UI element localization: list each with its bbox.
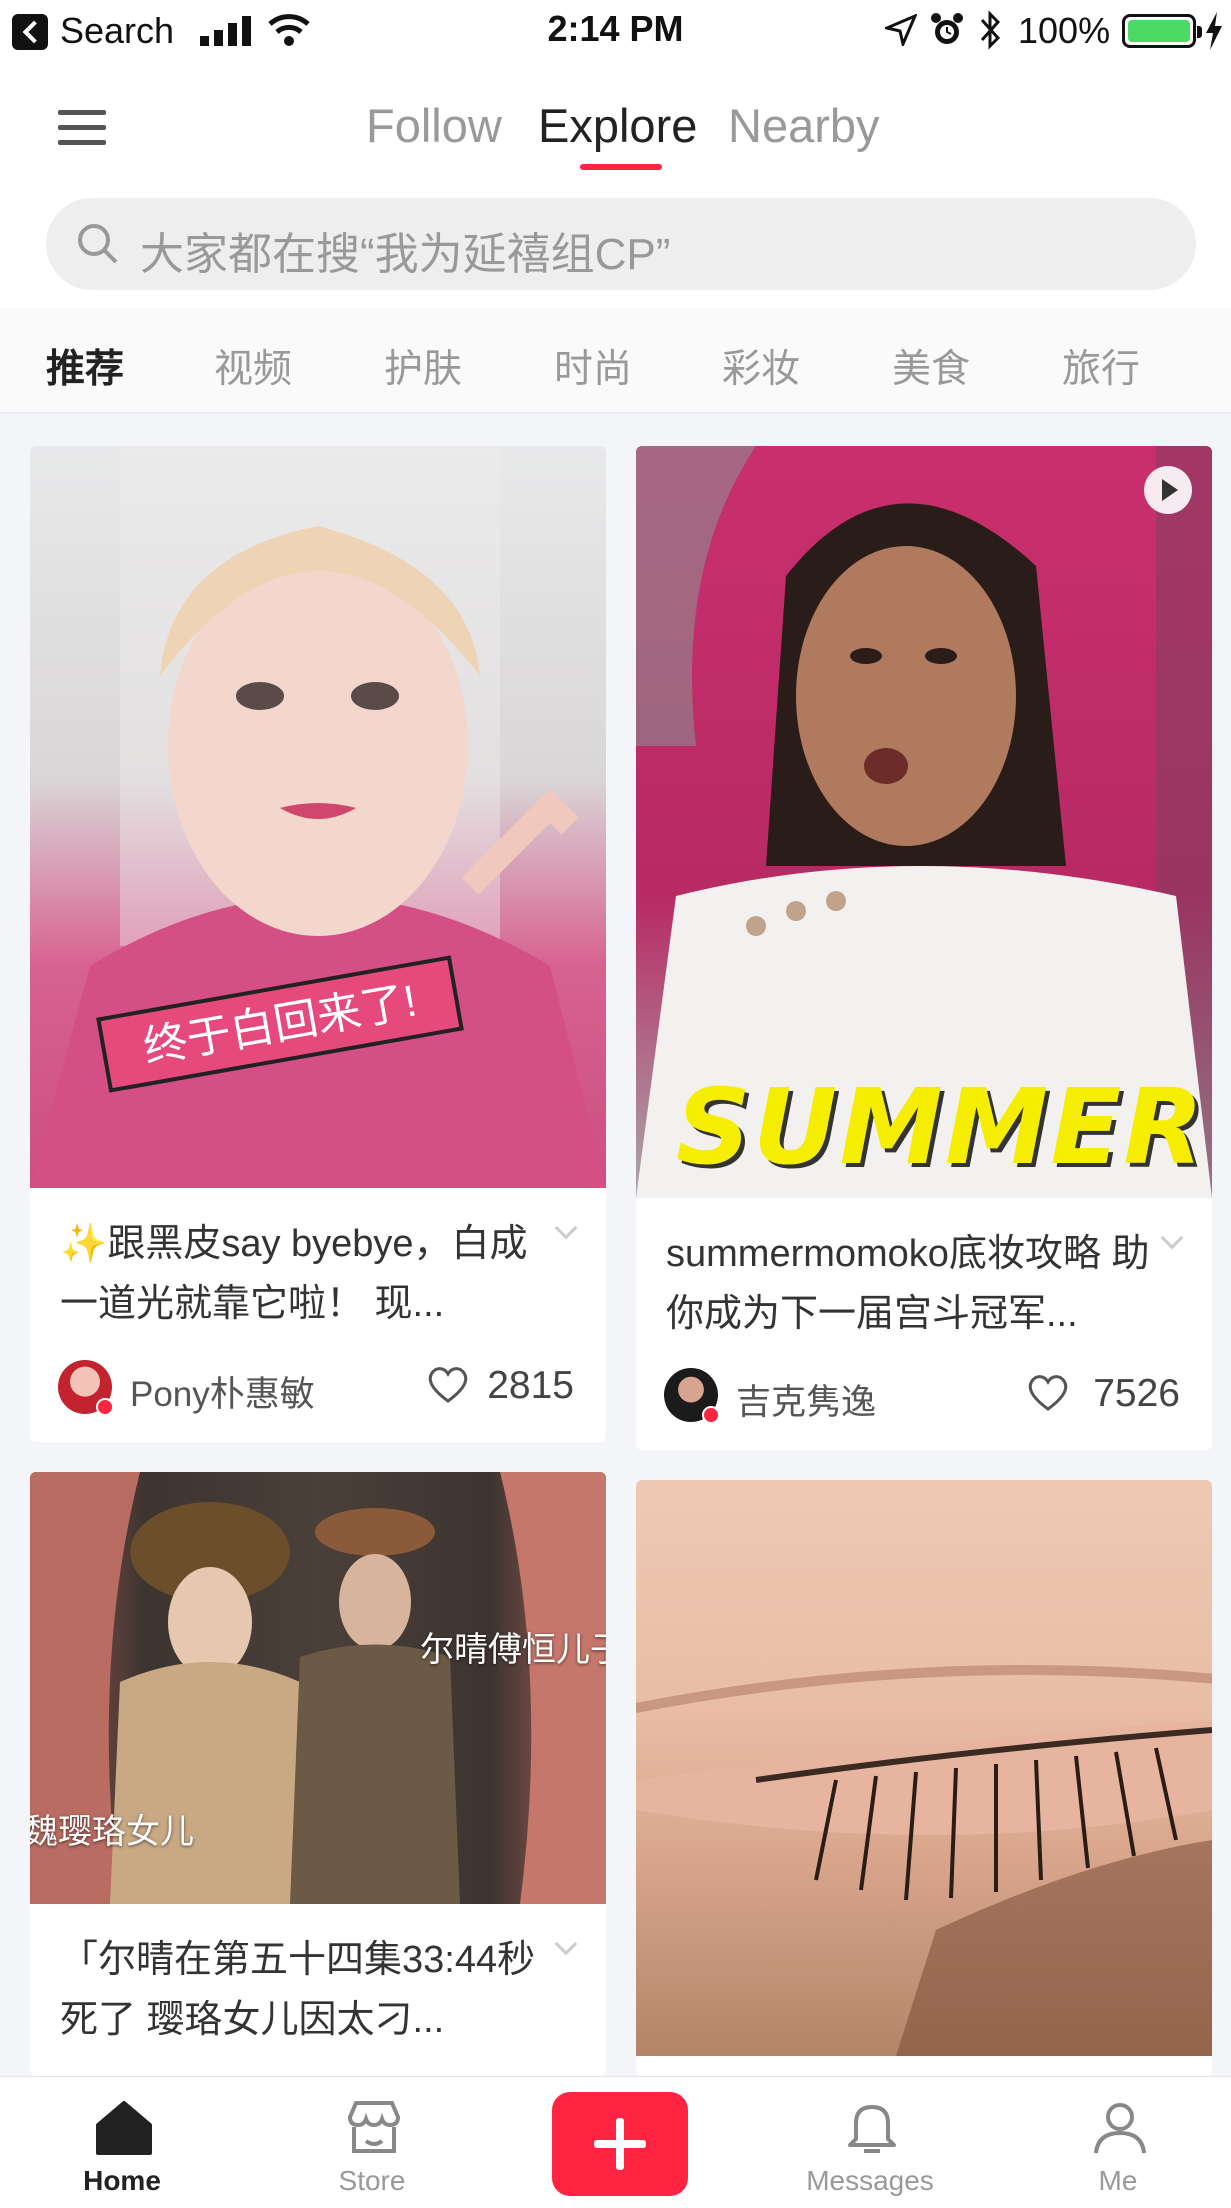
author-name[interactable]: Pony朴惠敏 [130,1366,315,1417]
tab-follow[interactable]: Follow [366,98,502,153]
category-tab[interactable]: 视频 [214,338,292,394]
category-strip: 推荐 视频 护肤 时尚 彩妆 美食 旅行 [0,308,1231,414]
active-tab-indicator [580,164,662,170]
nav-messages[interactable]: Messages [770,2077,970,2208]
author-name[interactable]: 吉克隽逸 [736,1374,876,1425]
app-header: Follow Explore Nearby 大家都在搜“我为延禧组CP” [0,62,1231,308]
chevron-down-icon[interactable] [554,1216,578,1240]
heart-icon[interactable] [426,1364,470,1404]
chevron-down-icon[interactable] [1160,1226,1184,1250]
nav-label: Store [338,2165,406,2196]
nav-label: Messages [806,2165,934,2196]
store-icon [347,2101,401,2153]
avatar[interactable] [58,1360,114,1416]
battery-percent: 100% [1018,10,1111,51]
post-video-thumbnail[interactable]: SUMMER [636,446,1212,1198]
profile-icon [1094,2103,1146,2154]
post-title[interactable]: ✨跟黑皮say byebye，白成一道光就靠它啦！ 现... [60,1214,556,1334]
search-placeholder: 大家都在搜“我为延禧组CP” [140,230,671,279]
category-tab[interactable]: 美食 [892,338,970,394]
location-arrow-icon [885,14,917,46]
nav-me[interactable]: Me [1018,2077,1218,2208]
create-post-button[interactable] [552,2092,688,2196]
charging-bolt-icon [1206,12,1222,50]
avatar[interactable] [664,1368,720,1424]
category-tab[interactable]: 时尚 [554,338,632,394]
like-count: 2815 [487,1364,574,1407]
feed-card[interactable]: SUMMER summermomoko底妆攻略 助你成为下一届宫斗冠军... 吉… [636,446,1212,1450]
verified-badge-icon [702,1406,720,1424]
post-image[interactable] [636,1480,1212,2056]
nav-home[interactable]: Home [22,2077,222,2208]
category-tab[interactable]: 彩妆 [722,338,800,394]
feed-card[interactable]: 尔晴傅恒儿子 魏璎珞女儿 「尔晴在第五十四集33:44秒死了 璎珞女儿因太刁..… [30,1472,606,2076]
search-input[interactable]: 大家都在搜“我为延禧组CP” [46,198,1196,290]
status-bar: Search 2:14 PM 100% [0,0,1231,62]
tab-explore[interactable]: Explore [538,98,697,153]
video-caption: SUMMER [676,1066,1206,1188]
battery-icon [1122,14,1202,48]
like-count: 7526 [1093,1372,1180,1415]
category-tab[interactable]: 推荐 [46,338,124,394]
bell-icon [848,2105,896,2153]
chevron-down-icon[interactable] [554,1932,578,1956]
post-title[interactable]: summermomoko底妆攻略 助你成为下一届宫斗冠军... [666,1224,1162,1344]
image-caption: 魏璎珞女儿 [30,1813,194,1851]
battery-fill [1128,20,1190,42]
verified-badge-icon [96,1398,114,1416]
nav-store[interactable]: Store [272,2077,472,2208]
post-image[interactable]: 终于白回来了! [30,446,606,1188]
post-title[interactable]: 「尔晴在第五十四集33:44秒死了 璎珞女儿因太刁... [60,1930,556,2050]
feed-card[interactable]: 终于白回来了! ✨跟黑皮say byebye，白成一道光就靠它啦！ 现... P… [30,446,606,1442]
nav-label: Home [83,2165,161,2196]
home-icon [96,2101,152,2155]
search-icon [78,224,118,264]
alarm-clock-icon [931,13,963,44]
post-image[interactable]: 尔晴傅恒儿子 魏璎珞女儿 [30,1472,606,1904]
play-icon [1144,466,1192,514]
bluetooth-icon [980,10,1001,50]
eyelash-closeup-illustration [636,1665,1212,2056]
nav-label: Me [1098,2165,1138,2196]
category-tab[interactable]: 护肤 [384,338,462,394]
tab-nearby[interactable]: Nearby [728,98,880,153]
feed-card[interactable] [636,1480,1212,2076]
category-tab[interactable]: 旅行 [1062,338,1140,394]
bottom-tab-bar: Home Store Messages Me [0,2076,1231,2208]
image-caption: 尔晴傅恒儿子 [420,1631,606,1669]
heart-icon[interactable] [1026,1372,1070,1412]
